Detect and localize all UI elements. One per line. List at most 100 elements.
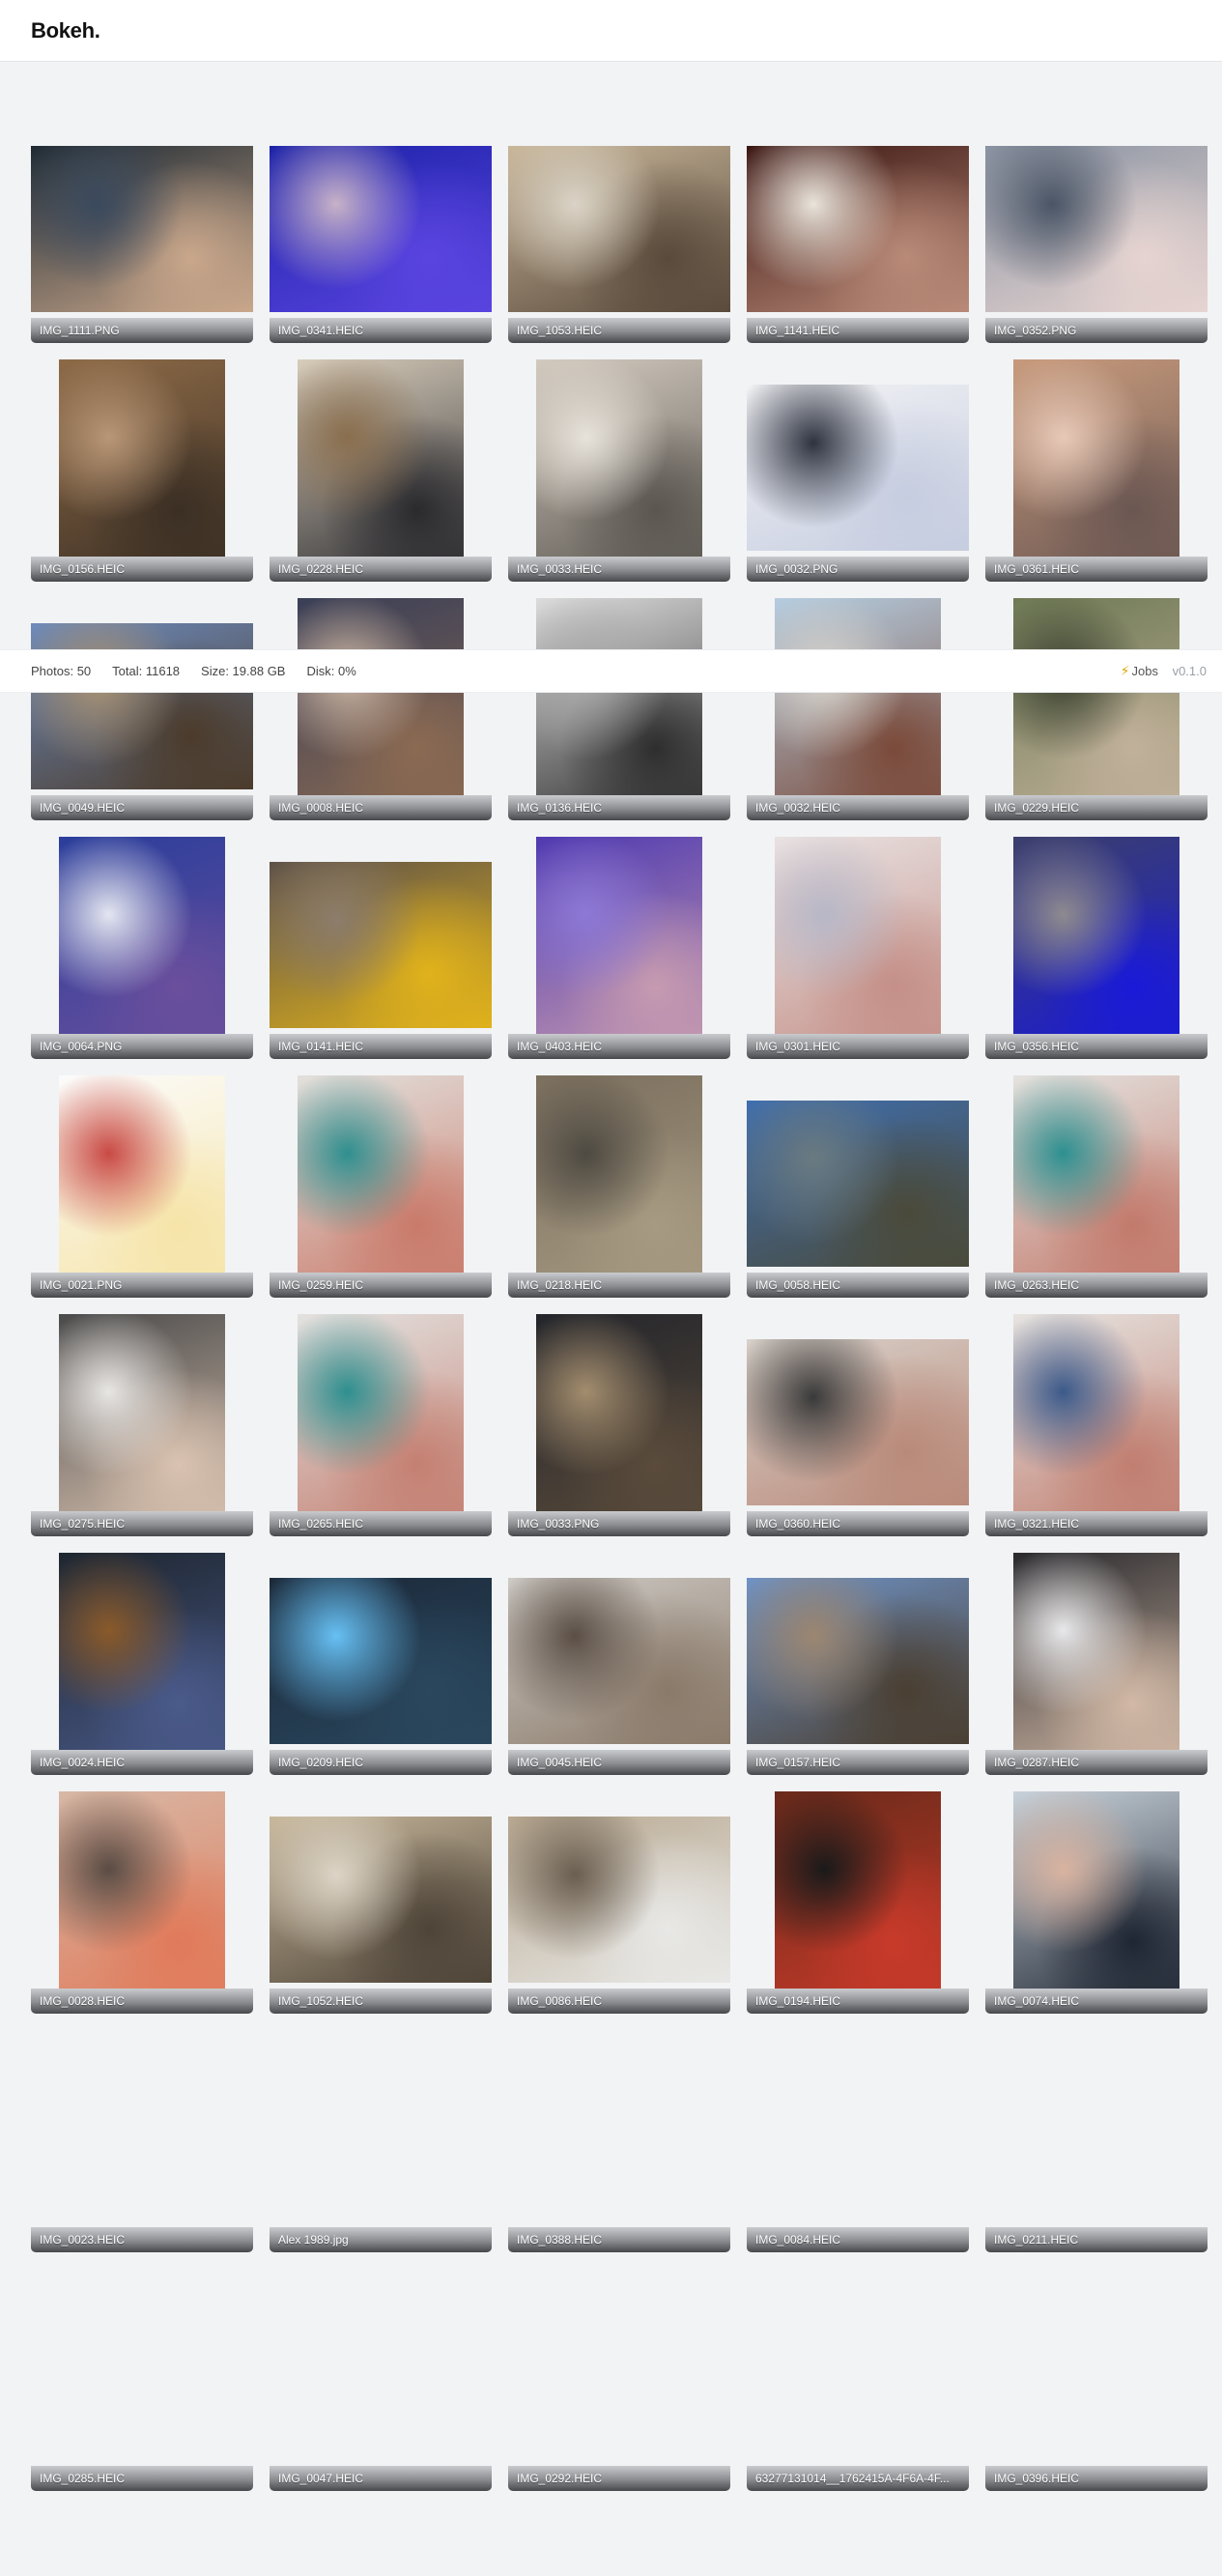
photo-thumbnail <box>508 1817 730 1983</box>
photo-tile[interactable]: IMG_0263.HEIC <box>985 1075 1208 1298</box>
photo-tile[interactable]: IMG_0211.HEIC <box>985 2030 1208 2252</box>
photo-filename: IMG_0024.HEIC <box>31 1750 253 1775</box>
photo-filename: IMG_0045.HEIC <box>508 1750 730 1775</box>
photo-tile[interactable]: IMG_0388.HEIC <box>508 2030 730 2252</box>
photo-filename: IMG_0228.HEIC <box>270 557 492 582</box>
photo-thumbnail <box>747 385 969 551</box>
photo-tile[interactable]: IMG_0064.PNG <box>31 837 253 1059</box>
photo-thumbnail <box>298 598 464 820</box>
photo-tile[interactable]: IMG_0032.HEIC <box>747 598 969 820</box>
photo-tile[interactable]: IMG_0361.HEIC <box>985 359 1208 582</box>
photo-tile[interactable]: IMG_0086.HEIC <box>508 1791 730 2014</box>
photo-tile[interactable]: IMG_1141.HEIC <box>747 121 969 343</box>
photo-tile[interactable]: IMG_0156.HEIC <box>31 359 253 582</box>
photo-tile[interactable]: IMG_0047.HEIC <box>270 2269 492 2491</box>
photo-tile[interactable]: IMG_0074.HEIC <box>985 1791 1208 2014</box>
photo-thumbnail <box>59 1075 225 1298</box>
photo-tile[interactable]: IMG_0265.HEIC <box>270 1314 492 1536</box>
photo-thumbnail <box>508 146 730 312</box>
photo-tile[interactable]: Alex 1989.jpg <box>270 2030 492 2252</box>
photo-filename: IMG_0361.HEIC <box>985 557 1208 582</box>
photo-tile[interactable]: IMG_0023.HEIC <box>31 2030 253 2252</box>
photo-filename: IMG_0064.PNG <box>31 1034 253 1059</box>
photo-thumbnail <box>775 598 941 820</box>
photo-thumbnail <box>508 1578 730 1744</box>
jobs-label: Jobs <box>1131 664 1158 678</box>
photo-thumbnail <box>536 837 702 1059</box>
photo-tile[interactable]: IMG_0352.PNG <box>985 121 1208 343</box>
photo-filename: IMG_0352.PNG <box>985 318 1208 343</box>
photo-filename: IMG_0285.HEIC <box>31 2466 253 2491</box>
photo-filename: IMG_0396.HEIC <box>985 2466 1208 2491</box>
photo-tile[interactable]: IMG_0032.PNG <box>747 359 969 582</box>
photo-tile[interactable]: IMG_0218.HEIC <box>508 1075 730 1298</box>
photo-tile[interactable]: IMG_0045.HEIC <box>508 1553 730 1775</box>
photo-filename: IMG_0287.HEIC <box>985 1750 1208 1775</box>
photo-tile[interactable]: IMG_0049.HEIC <box>31 598 253 820</box>
photo-tile[interactable]: IMG_0141.HEIC <box>270 837 492 1059</box>
photo-thumbnail <box>59 837 225 1059</box>
photo-tile[interactable]: IMG_0403.HEIC <box>508 837 730 1059</box>
photo-thumbnail <box>298 359 464 582</box>
photo-filename: IMG_1053.HEIC <box>508 318 730 343</box>
photo-tile[interactable]: IMG_0285.HEIC <box>31 2269 253 2491</box>
photo-thumbnail <box>985 146 1208 312</box>
photo-filename: IMG_0136.HEIC <box>508 795 730 820</box>
disk-usage: Disk: 0% <box>306 664 356 678</box>
photo-thumbnail <box>1013 837 1179 1059</box>
photo-tile[interactable]: IMG_0287.HEIC <box>985 1553 1208 1775</box>
status-bar: Photos: 50 Total: 11618 Size: 19.88 GB D… <box>0 649 1222 693</box>
photo-tile[interactable]: IMG_0356.HEIC <box>985 837 1208 1059</box>
photo-thumbnail <box>747 1578 969 1744</box>
photo-filename: IMG_0074.HEIC <box>985 1989 1208 2014</box>
photo-filename: IMG_0388.HEIC <box>508 2227 730 2252</box>
jobs-button[interactable]: ⚡ Jobs <box>1121 663 1158 679</box>
photo-filename: IMG_0157.HEIC <box>747 1750 969 1775</box>
photo-tile[interactable]: IMG_0341.HEIC <box>270 121 492 343</box>
photo-tile[interactable]: IMG_1111.PNG <box>31 121 253 343</box>
photo-thumbnail <box>1013 598 1179 820</box>
photo-tile[interactable]: IMG_0209.HEIC <box>270 1553 492 1775</box>
photo-tile[interactable]: IMG_0024.HEIC <box>31 1553 253 1775</box>
photo-tile[interactable]: 63277131014__1762415A-4F6A-4F... <box>747 2269 969 2491</box>
app-title[interactable]: Bokeh. <box>31 18 100 43</box>
photo-tile[interactable]: IMG_0028.HEIC <box>31 1791 253 2014</box>
photo-tile[interactable]: IMG_0360.HEIC <box>747 1314 969 1536</box>
photo-thumbnail <box>775 837 941 1059</box>
photo-thumbnail <box>1013 359 1179 582</box>
lightning-icon: ⚡ <box>1120 663 1130 678</box>
photo-thumbnail <box>775 1791 941 2014</box>
photo-tile[interactable]: IMG_0157.HEIC <box>747 1553 969 1775</box>
photo-filename: IMG_0292.HEIC <box>508 2466 730 2491</box>
photo-tile[interactable]: IMG_1052.HEIC <box>270 1791 492 2014</box>
library-size: Size: 19.88 GB <box>201 664 286 678</box>
photo-tile[interactable]: IMG_0228.HEIC <box>270 359 492 582</box>
photo-filename: IMG_0008.HEIC <box>270 795 492 820</box>
photo-tile[interactable]: IMG_0301.HEIC <box>747 837 969 1059</box>
photo-tile[interactable]: IMG_0259.HEIC <box>270 1075 492 1298</box>
photo-tile[interactable]: IMG_0194.HEIC <box>747 1791 969 2014</box>
photo-tile[interactable]: IMG_0008.HEIC <box>270 598 492 820</box>
photo-thumbnail <box>298 1314 464 1536</box>
photo-tile[interactable]: IMG_0321.HEIC <box>985 1314 1208 1536</box>
photo-tile[interactable]: IMG_0292.HEIC <box>508 2269 730 2491</box>
photo-tile[interactable]: IMG_0229.HEIC <box>985 598 1208 820</box>
photo-filename: IMG_0209.HEIC <box>270 1750 492 1775</box>
photo-tile[interactable]: IMG_0021.PNG <box>31 1075 253 1298</box>
photo-tile[interactable]: IMG_0058.HEIC <box>747 1075 969 1298</box>
photo-thumbnail <box>298 1075 464 1298</box>
photo-thumbnail <box>270 862 492 1028</box>
photo-filename: IMG_0194.HEIC <box>747 1989 969 2014</box>
photo-tile[interactable]: IMG_0033.HEIC <box>508 359 730 582</box>
photo-thumbnail <box>747 1339 969 1505</box>
version-label: v0.1.0 <box>1172 664 1207 678</box>
photo-tile[interactable]: IMG_0396.HEIC <box>985 2269 1208 2491</box>
stats-group: Photos: 50 Total: 11618 Size: 19.88 GB D… <box>31 664 356 678</box>
photo-filename: IMG_0275.HEIC <box>31 1511 253 1536</box>
photo-filename: IMG_0360.HEIC <box>747 1511 969 1536</box>
photo-tile[interactable]: IMG_0136.HEIC <box>508 598 730 820</box>
photo-tile[interactable]: IMG_0275.HEIC <box>31 1314 253 1536</box>
photo-tile[interactable]: IMG_0084.HEIC <box>747 2030 969 2252</box>
photo-tile[interactable]: IMG_0033.PNG <box>508 1314 730 1536</box>
photo-tile[interactable]: IMG_1053.HEIC <box>508 121 730 343</box>
